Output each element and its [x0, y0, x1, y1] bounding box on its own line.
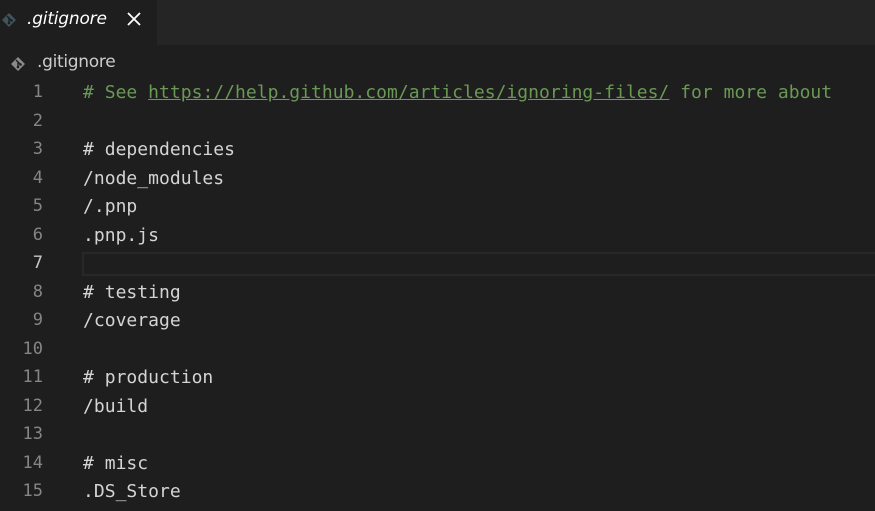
code-line[interactable]: 14 # misc [0, 451, 875, 479]
line-number: 2 [32, 110, 43, 131]
code-line[interactable]: 1 # See https://help.github.com/articles/… [0, 80, 875, 108]
code-line[interactable]: 5 /.pnp [0, 194, 875, 222]
code-editor[interactable]: 1 # See https://help.github.com/articles/… [0, 80, 875, 511]
code-text: /coverage [83, 310, 181, 331]
tab-title: .gitignore [27, 9, 107, 29]
code-line[interactable]: 13 [0, 422, 875, 450]
tab-bar: .gitignore [0, 0, 875, 45]
code-line[interactable]: 2 [0, 109, 875, 137]
code-line[interactable]: 10 [0, 337, 875, 365]
code-line[interactable]: 15 .DS_Store [0, 479, 875, 507]
code-text: # dependencies [83, 139, 235, 160]
current-line-highlight [82, 252, 875, 276]
code-text: /node_modules [83, 167, 225, 189]
git-file-icon [2, 12, 16, 27]
breadcrumb: .gitignore [0, 48, 875, 78]
code-line[interactable]: 12/build [0, 394, 875, 422]
line-number: 6 [32, 224, 43, 245]
line-number: 9 [32, 310, 43, 330]
code-text: .pnp.js [83, 224, 159, 246]
breadcrumb-item-gitignore[interactable]: .gitignore [37, 52, 116, 72]
comment-text: for more about [669, 82, 833, 103]
line-number: 7 [32, 253, 43, 273]
git-file-icon [11, 56, 25, 71]
comment-link[interactable]: https://help.github.com/articles/ignorin… [148, 82, 669, 103]
tab-gitignore[interactable]: .gitignore [0, 0, 157, 45]
code-line[interactable]: 11 # production [0, 365, 875, 393]
code-line[interactable]: 4/node_modules [0, 166, 875, 194]
line-number: 15 [22, 481, 43, 501]
code-line[interactable]: 6 .pnp.js [0, 223, 875, 251]
line-number: 3 [32, 139, 43, 159]
line-number: 13 [22, 424, 43, 444]
code-text: /build [83, 395, 149, 417]
line-number: 12 [22, 395, 43, 416]
code-line[interactable]: 9/coverage [0, 308, 875, 336]
code-line[interactable]: 7 [0, 251, 875, 279]
code-line[interactable]: 8 # testing [0, 280, 875, 308]
comment-text: # See [83, 82, 149, 103]
code-text: /.pnp [83, 196, 138, 217]
line-number: 1 [32, 82, 43, 102]
line-number: 5 [32, 196, 43, 216]
code-text: .DS_Store [83, 481, 181, 502]
line-number: 11 [22, 367, 43, 387]
close-icon[interactable] [124, 9, 144, 29]
code-text: # misc [83, 452, 149, 474]
code-line[interactable]: 3 # dependencies [0, 137, 875, 165]
code-text: # testing [83, 281, 181, 303]
line-number: 10 [22, 338, 43, 359]
line-number: 8 [32, 281, 43, 302]
line-number: 14 [22, 452, 43, 473]
code-text: # See https://help.github.com/articles/i… [83, 82, 832, 103]
line-number: 4 [32, 167, 43, 188]
code-text: # production [83, 367, 214, 388]
